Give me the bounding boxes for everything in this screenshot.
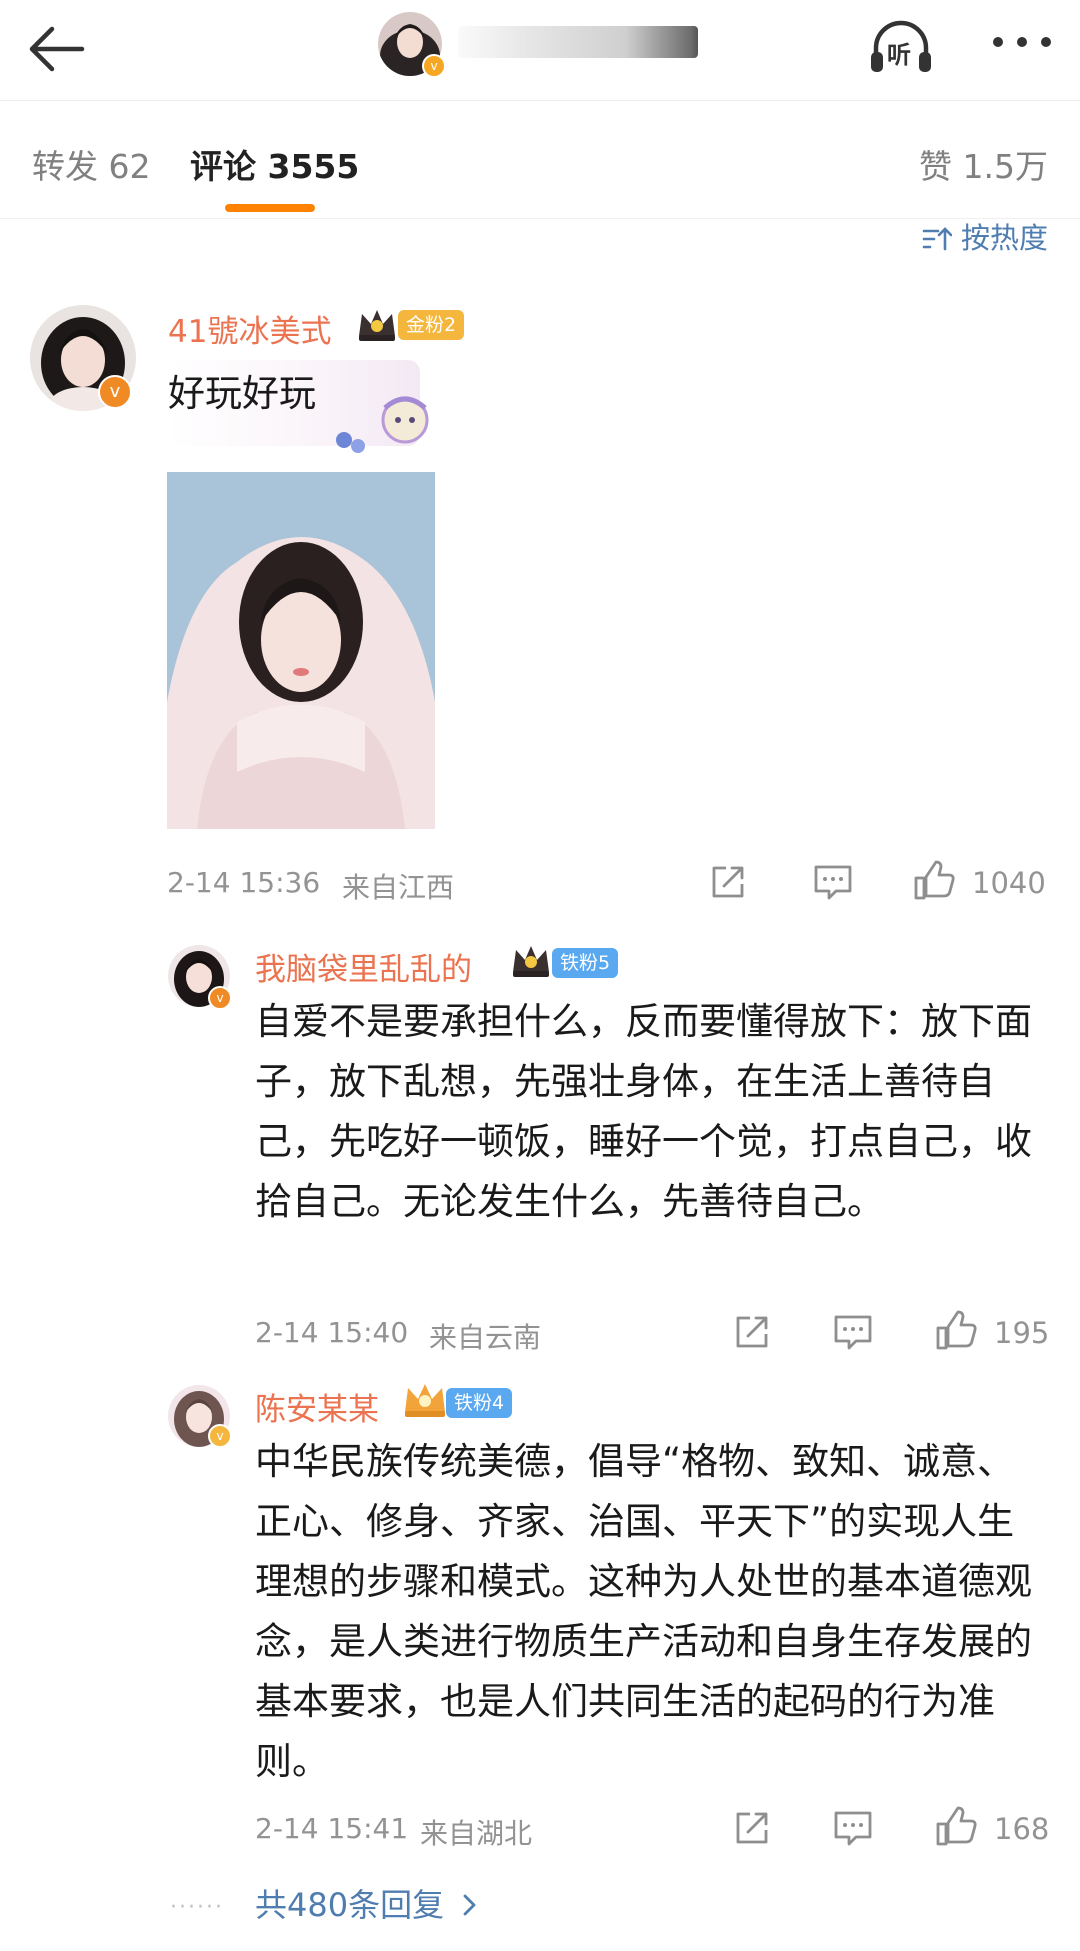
more-replies-label: 共480条回复 bbox=[255, 1886, 445, 1924]
like-button[interactable] bbox=[912, 860, 956, 906]
chevron-right-icon bbox=[463, 1894, 476, 1916]
fan-level-badge: 铁粉4 bbox=[446, 1388, 513, 1418]
author-name-blurred bbox=[458, 26, 698, 58]
comment-location: 来自江西 bbox=[342, 871, 455, 904]
fan-level-badge: 金粉2 bbox=[398, 310, 465, 340]
like-button[interactable] bbox=[934, 1806, 978, 1852]
like-count: 195 bbox=[994, 1316, 1050, 1350]
verified-badge-icon: v bbox=[422, 54, 446, 78]
reply-button[interactable] bbox=[812, 862, 854, 906]
verified-badge-icon: v bbox=[98, 375, 132, 409]
fan-level-badge: 铁粉5 bbox=[552, 948, 619, 978]
view-more-replies-link[interactable]: 共480条回复 bbox=[255, 1880, 480, 1926]
top-nav-bar: v 听 bbox=[0, 0, 1080, 101]
sort-toggle[interactable]: 按热度 bbox=[922, 215, 1048, 257]
comment-icon bbox=[834, 1315, 872, 1350]
crown-icon bbox=[513, 946, 549, 977]
reply-location: 来自湖北 bbox=[420, 1817, 533, 1850]
reply-button[interactable] bbox=[832, 1808, 874, 1852]
more-button[interactable] bbox=[986, 22, 1058, 62]
reply-location: 来自云南 bbox=[429, 1321, 542, 1354]
like-count: 1040 bbox=[972, 866, 1046, 900]
comment-image[interactable] bbox=[167, 472, 435, 829]
share-icon bbox=[736, 1316, 768, 1348]
share-button[interactable] bbox=[708, 862, 748, 906]
reply-text: 自爱不是要承担什么，反而要懂得放下：放下面子，放下乱想，先强壮身体，在生活上善待… bbox=[255, 1000, 1032, 1223]
listen-label: 听 bbox=[887, 41, 911, 69]
arrow-left-icon bbox=[29, 26, 85, 72]
thumbs-up-icon bbox=[936, 1806, 977, 1846]
share-button[interactable] bbox=[732, 1312, 772, 1356]
thread-dots: ······ bbox=[170, 1895, 224, 1920]
like-button[interactable] bbox=[934, 1310, 978, 1356]
share-icon bbox=[736, 1812, 768, 1844]
comment-text: 好玩好玩 bbox=[168, 372, 316, 415]
thumbs-up-icon bbox=[914, 860, 955, 900]
tab-bar: 转发 62 评论 3555 赞 1.5万 bbox=[0, 100, 1080, 219]
replier-name[interactable]: 陈安某某 bbox=[255, 1384, 379, 1429]
comment-timestamp: 2-14 15:36 bbox=[167, 866, 321, 899]
reply-text: 中华民族传统美德，倡导“格物、致知、诚意、正心、修身、齐家、治国、平天下”的实现… bbox=[255, 1440, 1032, 1783]
tab-likes[interactable]: 赞 1.5万 bbox=[919, 140, 1048, 188]
like-count: 168 bbox=[994, 1812, 1050, 1846]
verified-badge-icon: v bbox=[208, 1424, 232, 1448]
listen-button[interactable]: 听 bbox=[866, 16, 936, 76]
commenter-name[interactable]: 41號冰美式 bbox=[168, 306, 331, 351]
share-icon bbox=[712, 866, 744, 898]
reply-button[interactable] bbox=[832, 1312, 874, 1356]
share-button[interactable] bbox=[732, 1808, 772, 1852]
crown-icon bbox=[405, 1384, 445, 1417]
sort-label: 按热度 bbox=[960, 221, 1048, 255]
sort-icon bbox=[922, 227, 953, 251]
reply-timestamp: 2-14 15:41 bbox=[255, 1812, 409, 1845]
tab-reposts[interactable]: 转发 62 bbox=[32, 140, 150, 188]
comment-icon bbox=[834, 1811, 872, 1846]
replier-name[interactable]: 我脑袋里乱乱的 bbox=[255, 944, 472, 989]
tab-comments[interactable]: 评论 3555 bbox=[190, 140, 359, 188]
reply-timestamp: 2-14 15:40 bbox=[255, 1316, 409, 1349]
more-dots-icon bbox=[993, 37, 1051, 47]
comment-icon bbox=[814, 865, 852, 900]
active-tab-indicator bbox=[225, 204, 315, 212]
verified-badge-icon: v bbox=[208, 986, 232, 1010]
back-button[interactable] bbox=[22, 14, 92, 84]
bubble-sticker-icon bbox=[336, 396, 429, 453]
crown-icon bbox=[359, 310, 395, 341]
thumbs-up-icon bbox=[936, 1310, 977, 1350]
